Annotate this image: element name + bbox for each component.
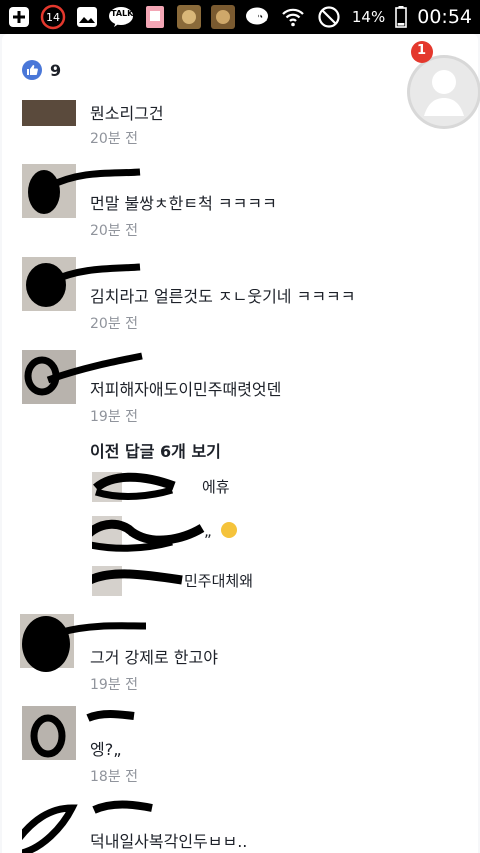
redaction-scribble (92, 569, 183, 585)
comment-time: 19분 전 (90, 677, 139, 693)
game-icon-1 (176, 4, 202, 30)
add-icon (6, 4, 32, 30)
battery-percent: 14% (351, 8, 386, 26)
battery-icon (395, 4, 408, 30)
like-icon (22, 60, 42, 80)
redaction-scribble (93, 472, 176, 500)
comment-text: 저피해자애도이민주때렷엇덴 (90, 380, 282, 399)
chat-head-avatar (407, 41, 480, 129)
comment-text: 그거 강제로 한고야 (90, 648, 218, 667)
reply-text: „ (204, 521, 237, 540)
game-icon-2 (210, 4, 236, 30)
comment-time: 19분 전 (90, 409, 139, 425)
status-bar: 14 TALK 14% 00:54 (0, 0, 480, 34)
chat-head[interactable]: 1 (404, 40, 480, 132)
no-signal-icon (316, 4, 342, 30)
avatar[interactable] (22, 100, 76, 126)
comment-text: 먼말 불쌍ㅊ한ㅌ척 ㅋㅋㅋㅋ (90, 194, 277, 213)
comment-time: 20분 전 (90, 223, 139, 239)
clock: 00:54 (417, 6, 472, 28)
mute-icon (244, 4, 270, 30)
gallery-icon (74, 4, 100, 30)
reply-text: 민주대체왜 (184, 572, 254, 590)
comment-text: 덕내일사복각인두ㅂㅂ.. (90, 832, 248, 851)
redaction-scribble (30, 710, 135, 758)
comment-time: 18분 전 (90, 769, 139, 785)
comment-text: 엥?„ (90, 740, 122, 759)
kakaotalk-icon: TALK (108, 4, 134, 30)
comment-text: 뭔소리그건 (90, 104, 164, 123)
app-icon-pink (142, 4, 168, 30)
like-count: 9 (50, 60, 62, 80)
notification-icons: 14 TALK (6, 4, 270, 30)
kakaotalk-label: TALK (111, 9, 134, 18)
chat-head-badge: 1 (417, 43, 427, 58)
reply-text: 에휴 (202, 478, 230, 496)
redaction-scribble (92, 519, 205, 552)
comment-time: 20분 전 (90, 131, 139, 147)
reply-text-content: „ (204, 522, 212, 540)
comment-time: 20분 전 (90, 316, 139, 332)
view-previous-replies-link[interactable]: 이전 답글 6개 보기 (90, 438, 221, 462)
smile-emoji-icon (220, 521, 237, 538)
reaction-summary[interactable]: 9 (22, 60, 61, 80)
system-icons: 14% 00:54 (244, 4, 472, 30)
count-badge-icon: 14 (40, 4, 66, 30)
comment-text: 김치라고 얼른것도 ㅈㄴ웃기네 ㅋㅋㅋㅋ (90, 287, 356, 306)
wifi-icon (280, 4, 306, 30)
count-badge-text: 14 (46, 10, 60, 24)
